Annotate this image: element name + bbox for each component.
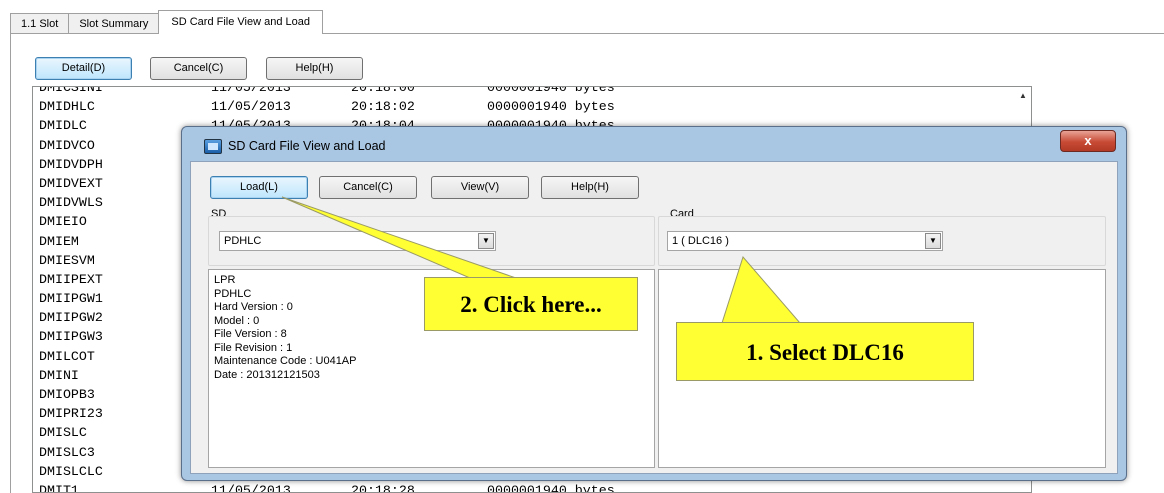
callout-pointers [281,196,802,324]
select-dlc16-callout: 1. Select DLC16 [676,322,974,381]
select-dlc16-pointer [721,255,802,324]
click-here-pointer [281,196,517,279]
tab-sd-card-file-view[interactable]: SD Card File View and Load [158,10,323,34]
click-here-callout: 2. Click here... [424,277,638,331]
